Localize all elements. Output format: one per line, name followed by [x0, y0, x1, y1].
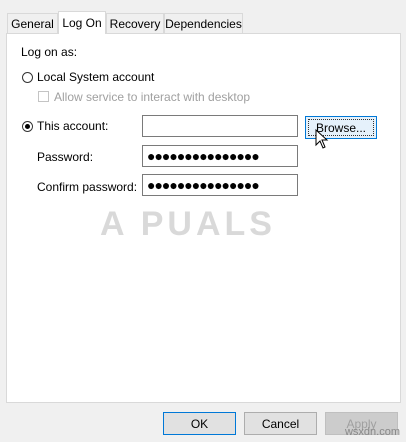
- tab-recovery[interactable]: Recovery: [106, 13, 164, 33]
- account-field[interactable]: [142, 115, 298, 137]
- local-system-radio[interactable]: [22, 72, 33, 83]
- log-on-as-label: Log on as:: [21, 45, 78, 59]
- confirm-password-label: Confirm password:: [37, 180, 138, 194]
- tab-general-label: General: [11, 17, 54, 31]
- cancel-button[interactable]: Cancel: [244, 412, 317, 435]
- password-field[interactable]: ●●●●●●●●●●●●●●●: [142, 145, 298, 167]
- password-label: Password:: [37, 150, 94, 164]
- tab-log-on-label: Log On: [62, 16, 102, 30]
- radio-selected-dot: [25, 124, 30, 129]
- confirm-password-field[interactable]: ●●●●●●●●●●●●●●●: [142, 174, 298, 196]
- allow-interact-label: Allow service to interact with desktop: [54, 90, 251, 104]
- tab-log-on[interactable]: Log On: [58, 11, 106, 34]
- ok-button[interactable]: OK: [163, 412, 236, 435]
- tab-dependencies[interactable]: Dependencies: [164, 13, 243, 33]
- tab-general[interactable]: General: [7, 13, 58, 33]
- local-system-label[interactable]: Local System account: [37, 70, 154, 84]
- site-watermark: wsxdn.com: [344, 426, 400, 438]
- watermark-logo: A PUALS: [100, 205, 276, 243]
- ok-label: OK: [190, 416, 209, 431]
- tab-recovery-label: Recovery: [109, 17, 161, 31]
- tab-dependencies-label: Dependencies: [165, 17, 242, 31]
- this-account-label[interactable]: This account:: [37, 119, 108, 133]
- allow-interact-checkbox[interactable]: [38, 91, 49, 102]
- this-account-radio[interactable]: [22, 121, 33, 132]
- cancel-label: Cancel: [261, 416, 300, 431]
- mouse-cursor-icon: [315, 129, 329, 149]
